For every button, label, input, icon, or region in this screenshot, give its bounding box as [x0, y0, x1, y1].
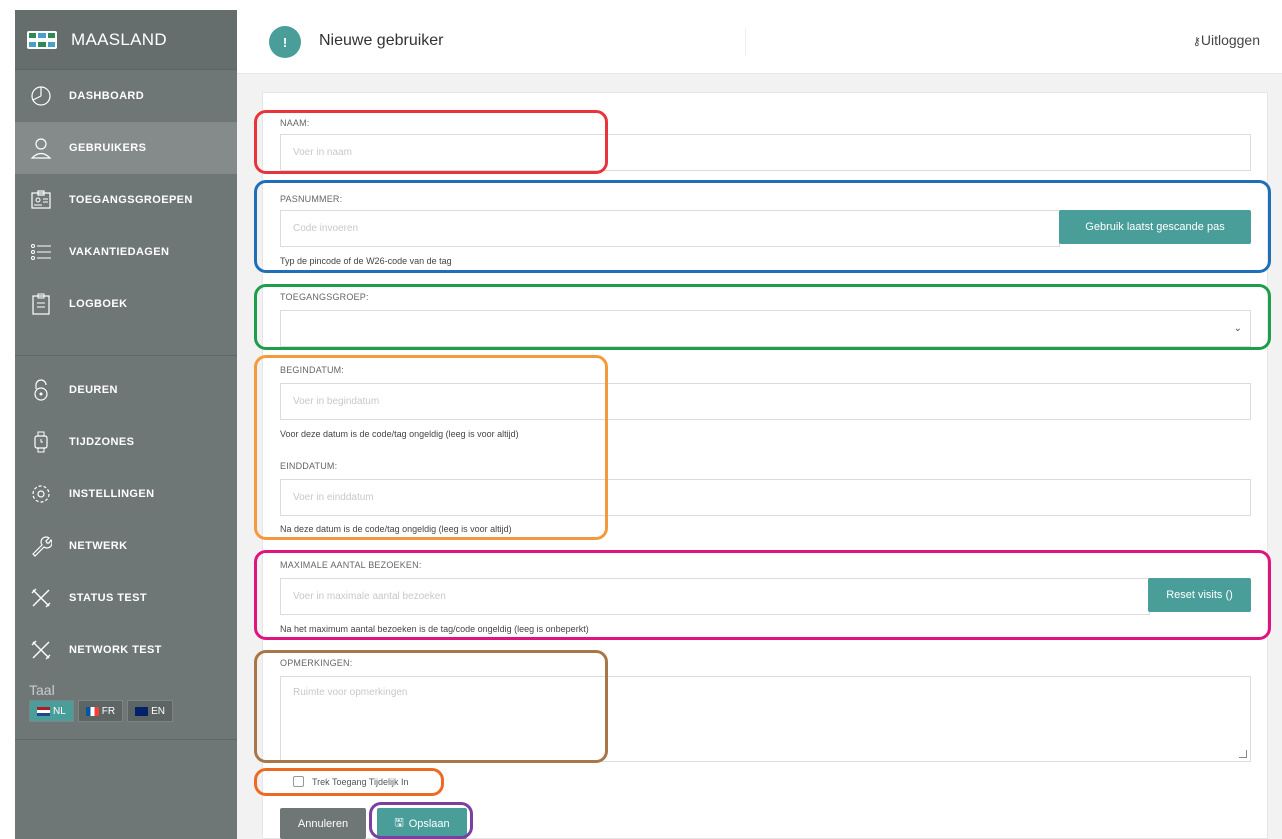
opmerkingen-placeholder: Ruimte voor opmerkingen [293, 687, 408, 698]
chevron-down-icon: ⌄ [1233, 323, 1242, 334]
maasland-logo-icon [27, 30, 57, 49]
flag-fr-icon [85, 706, 99, 716]
lang-code: EN [151, 705, 166, 717]
toegangsgroep-label: TOEGANGSGROEP: [280, 292, 369, 302]
sidebar-item-label: STATUS TEST [69, 592, 147, 604]
clipboard-icon [29, 292, 53, 316]
logout-label: Uitloggen [1200, 32, 1260, 48]
group-icon [29, 188, 53, 212]
lock-icon [29, 378, 53, 402]
sidebar-item-status-test[interactable]: STATUS TEST [15, 572, 237, 624]
sidebar-item-label: TOEGANGSGROEPEN [69, 194, 193, 206]
sidebar-item-logboek[interactable]: LOGBOEK [15, 278, 237, 330]
sidebar-item-toegangsgroepen[interactable]: TOEGANGSGROEPEN [15, 174, 237, 226]
max-bezoeken-help: Na het maximum aantal bezoeken is de tag… [280, 624, 589, 634]
opmerkingen-label: OPMERKINGEN: [280, 658, 353, 668]
sidebar-item-label: TIJDZONES [69, 436, 135, 448]
sidebar-bottom-divider [15, 739, 237, 740]
begindatum-input[interactable]: Voer in begindatum [280, 383, 1251, 420]
tools-icon [29, 638, 53, 662]
sidebar-item-vakantiedagen[interactable]: VAKANTIEDAGEN [15, 226, 237, 278]
sidebar-divider [15, 330, 237, 356]
resize-handle-icon[interactable] [1239, 750, 1247, 758]
wrench-icon [29, 534, 53, 558]
sidebar-item-netwerk[interactable]: NETWERK [15, 520, 237, 572]
naam-input[interactable]: Voer in naam [280, 134, 1251, 171]
flag-nl-icon [37, 706, 50, 716]
lang-button-fr[interactable]: FR [77, 700, 124, 722]
naam-label: NAAM: [280, 118, 310, 128]
pasnummer-label: PASNUMMER: [280, 194, 343, 204]
toegangsgroep-select[interactable]: ⌄ [280, 310, 1251, 347]
trek-toegang-checkbox[interactable] [293, 776, 304, 787]
begindatum-label: BEGINDATUM: [280, 365, 345, 375]
sidebar-item-label: NETWORK TEST [69, 644, 162, 656]
opmerkingen-textarea[interactable]: Ruimte voor opmerkingen [280, 676, 1251, 762]
info-icon: ! [269, 26, 301, 58]
key-icon: ⚷ [1192, 36, 1201, 48]
sidebar-item-deuren[interactable]: DEUREN [15, 364, 237, 416]
max-bezoeken-input[interactable]: Voer in maximale aantal bezoeken [280, 578, 1150, 615]
sidebar-item-label: DEUREN [69, 384, 118, 396]
use-last-scanned-button[interactable]: Gebruik laatst gescande pas [1059, 210, 1251, 244]
lang-code: NL [53, 705, 66, 717]
brand-title: MAASLAND [71, 29, 167, 49]
lang-button-nl[interactable]: NL [29, 700, 74, 722]
trek-toegang-label: Trek Toegang Tijdelijk In [312, 776, 409, 787]
lang-code: FR [101, 705, 116, 717]
header-divider [745, 28, 746, 56]
sidebar-item-label: LOGBOEK [69, 298, 128, 310]
reset-visits-button[interactable]: Reset visits () [1148, 578, 1251, 612]
lang-button-en[interactable]: EN [127, 700, 174, 722]
tools-icon [29, 586, 53, 610]
sidebar: MAASLAND DASHBOARD GEBRUIKERS TOEGANGSGR… [15, 10, 237, 839]
sidebar-item-instellingen[interactable]: INSTELLINGEN [15, 468, 237, 520]
language-switcher: NL FR EN [15, 698, 237, 722]
sidebar-item-dashboard[interactable]: DASHBOARD [15, 70, 237, 122]
begindatum-help: Voor deze datum is de code/tag ongeldig … [280, 429, 519, 439]
sidebar-item-gebruikers[interactable]: GEBRUIKERS [15, 122, 237, 174]
sidebar-item-label: DASHBOARD [69, 90, 145, 102]
logout-link[interactable]: ⚷Uitloggen [1193, 32, 1260, 48]
flag-uk-icon [135, 706, 149, 716]
sidebar-item-label: GEBRUIKERS [69, 142, 147, 154]
pasnummer-help: Typ de pincode of de W26-code van de tag [280, 256, 452, 266]
cancel-button[interactable]: Annuleren [280, 808, 366, 839]
sidebar-item-label: NETWERK [69, 540, 128, 552]
user-icon [29, 136, 53, 160]
einddatum-label: EINDDATUM: [280, 461, 338, 471]
save-label: Opslaan [408, 817, 450, 830]
save-icon: 🖫 [394, 817, 404, 829]
einddatum-help: Na deze datum is de code/tag ongeldig (l… [280, 524, 512, 534]
watch-icon [29, 430, 53, 454]
trek-toegang-row[interactable]: Trek Toegang Tijdelijk In [293, 776, 409, 787]
page-title: Nieuwe gebruiker [319, 32, 444, 49]
pasnummer-input[interactable]: Code invoeren [280, 210, 1060, 247]
language-label: Taal [29, 682, 55, 698]
dashboard-icon [29, 84, 53, 108]
top-bar: ! Nieuwe gebruiker ⚷Uitloggen [237, 10, 1282, 74]
sidebar-item-label: VAKANTIEDAGEN [69, 246, 170, 258]
sidebar-item-label: INSTELLINGEN [69, 488, 155, 500]
brand[interactable]: MAASLAND [15, 10, 237, 70]
save-button[interactable]: 🖫 Opslaan [377, 808, 467, 839]
max-bezoeken-label: MAXIMALE AANTAL BEZOEKEN: [280, 560, 422, 570]
gear-icon [29, 482, 53, 506]
sidebar-item-tijdzones[interactable]: TIJDZONES [15, 416, 237, 468]
list-icon [29, 240, 53, 264]
sidebar-item-network-test[interactable]: NETWORK TEST [15, 624, 237, 676]
einddatum-input[interactable]: Voer in einddatum [280, 479, 1251, 516]
